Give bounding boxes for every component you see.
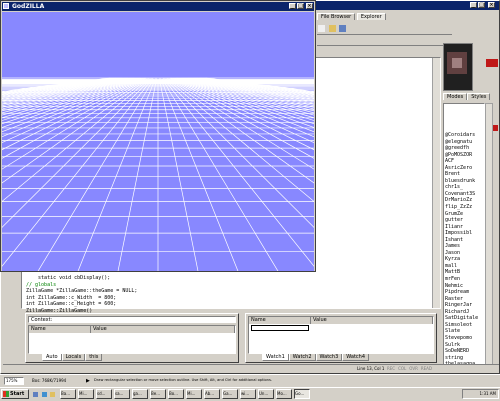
gl-window-title: GodZILLA — [12, 3, 45, 10]
status-line-col: Line 13, Col 1 — [357, 366, 385, 371]
taskbar-button[interactable]: Mi... — [78, 389, 94, 399]
tab-watch-0[interactable]: Watch1 — [262, 354, 289, 361]
list-scrollbar[interactable] — [485, 103, 493, 365]
tab-file-browser[interactable]: File Browser — [317, 13, 356, 20]
tab-watch-1[interactable]: Watch2 — [288, 354, 316, 361]
gl-titlebar[interactable]: GodZILLA _ □ × — [2, 2, 314, 11]
tab-debug-2[interactable]: this — [85, 354, 103, 361]
tab-watch-2[interactable]: Watch3 — [315, 354, 343, 361]
tab-explorer[interactable]: Explorer — [356, 13, 386, 20]
status-indicator: COL — [398, 366, 407, 371]
new-file-icon[interactable] — [317, 24, 326, 33]
bottom-left-tabs: Auto Locals this — [42, 354, 232, 362]
watch-col-name-header: Name — [249, 317, 311, 324]
clock: 1:31 AM — [479, 391, 496, 396]
taskbar-button[interactable]: ga... — [132, 389, 148, 399]
windows-logo-icon — [3, 391, 9, 397]
taskbar-button[interactable]: Mo... — [276, 389, 292, 399]
start-button[interactable]: Start — [1, 389, 29, 399]
minimize-icon[interactable]: _ — [470, 2, 477, 8]
gl-maximize-icon[interactable]: □ — [297, 3, 304, 9]
taskbar-button[interactable]: wi... — [240, 389, 256, 399]
open-folder-icon[interactable] — [327, 24, 337, 33]
taskbar-button[interactable]: Go... — [294, 389, 310, 399]
ide-status-bar: Line 13, Col 1 REC COL OVR READ — [3, 364, 499, 374]
browser-icon[interactable] — [40, 391, 48, 398]
position-readout: Bos: 768K/71994 — [32, 378, 67, 383]
folder-icon[interactable] — [49, 391, 57, 398]
red-indicator — [486, 59, 498, 67]
bottom-left-panel: Context: Name Value Auto Locals this — [25, 313, 239, 363]
watch-grid[interactable]: Name Value — [248, 316, 434, 354]
close-icon[interactable]: × — [488, 2, 495, 8]
tab-watch-3[interactable]: Watch4 — [342, 354, 369, 361]
toolbar-strip-1 — [317, 23, 452, 35]
watch-col-value-header: Value — [311, 317, 433, 324]
bottom-right-panel: Name Value Watch1 Watch2 Watch3 Watch4 — [245, 313, 437, 363]
user-list[interactable]: @Coroidars @elegnatu @greedfh @PoMOSZOR ACF A… — [443, 103, 485, 365]
taskbar-button[interactable]: sa... — [114, 389, 130, 399]
desktop-icon[interactable] — [32, 391, 39, 398]
zoom-field[interactable]: 175% — [4, 377, 24, 385]
col-value-header: Value — [91, 326, 235, 333]
taskbar: Start Ba... Mi... sd... sa... ga... Be... Bo..… — [0, 387, 500, 401]
hint-message: Draw rectangular selection or move selec… — [94, 378, 272, 382]
context-combo[interactable]: Context: — [28, 316, 236, 323]
gl-close-icon[interactable]: × — [306, 3, 313, 9]
taskbar-button[interactable]: Ab... — [204, 389, 220, 399]
taskbar-button[interactable]: Bo... — [168, 389, 184, 399]
col-name-header: Name — [29, 326, 91, 333]
right-panel: Modes Styles @Coroidars @elegnatu @greedfh @… — [441, 13, 499, 365]
copy-icon[interactable] — [359, 24, 369, 33]
toolbar-strip-2 — [317, 35, 452, 46]
cut-icon[interactable] — [348, 24, 358, 33]
gl-minimize-icon[interactable]: _ — [289, 3, 296, 9]
app-icon — [3, 3, 9, 9]
status-indicator: REC — [387, 366, 396, 371]
context-combo-value: Context: — [31, 317, 53, 323]
status-indicator: OVR — [409, 366, 418, 371]
quick-launch — [32, 390, 58, 399]
system-tray: 1:31 AM — [462, 389, 499, 399]
gl-window: GodZILLA _ □ × — [0, 0, 316, 272]
play-icon: ▶ — [86, 378, 90, 384]
editor-scrollbar[interactable] — [432, 58, 440, 308]
status-indicator: READ — [420, 366, 432, 371]
start-label: Start — [10, 391, 25, 397]
taskbar-button[interactable]: Be... — [150, 389, 166, 399]
locals-grid[interactable]: Name Value — [28, 325, 236, 354]
taskbar-button[interactable]: Ga... — [222, 389, 238, 399]
tab-debug-0[interactable]: Auto — [42, 354, 62, 361]
taskbar-button[interactable]: Un... — [258, 389, 274, 399]
tab-modes[interactable]: Modes — [443, 93, 468, 100]
taskbar-button[interactable]: sd... — [96, 389, 112, 399]
hint-bar: 175% Bos: 768K/71994 ▶ Draw rectangular … — [0, 374, 500, 387]
task-buttons: Ba... Mi... sd... sa... ga... Be... Bo... Mi...… — [60, 389, 455, 400]
watch-edit-cell[interactable] — [251, 325, 309, 331]
maximize-icon[interactable]: □ — [478, 2, 485, 8]
thumbnail-preview — [443, 43, 473, 91]
user-list-items: @Coroidars @elegnatu @greedfh @PoMOSZOR ACF A… — [444, 104, 484, 364]
bottom-right-tabs: Watch1 Watch2 Watch3 Watch4 — [262, 354, 432, 362]
sidebar-tabs: Modes Styles — [443, 93, 498, 101]
status-indicators: REC COL OVR READ — [387, 366, 435, 371]
tab-styles[interactable]: Styles — [467, 93, 491, 100]
gl-viewport[interactable] — [2, 12, 314, 271]
left-toolbar — [3, 271, 19, 311]
taskbar-button[interactable]: Ba... — [60, 389, 76, 399]
save-icon[interactable] — [338, 24, 348, 33]
tab-debug-1[interactable]: Locals — [61, 354, 86, 361]
paste-icon[interactable] — [369, 24, 379, 33]
taskbar-button[interactable]: Mi... — [186, 389, 202, 399]
toolbar-strip-3 — [317, 46, 442, 56]
